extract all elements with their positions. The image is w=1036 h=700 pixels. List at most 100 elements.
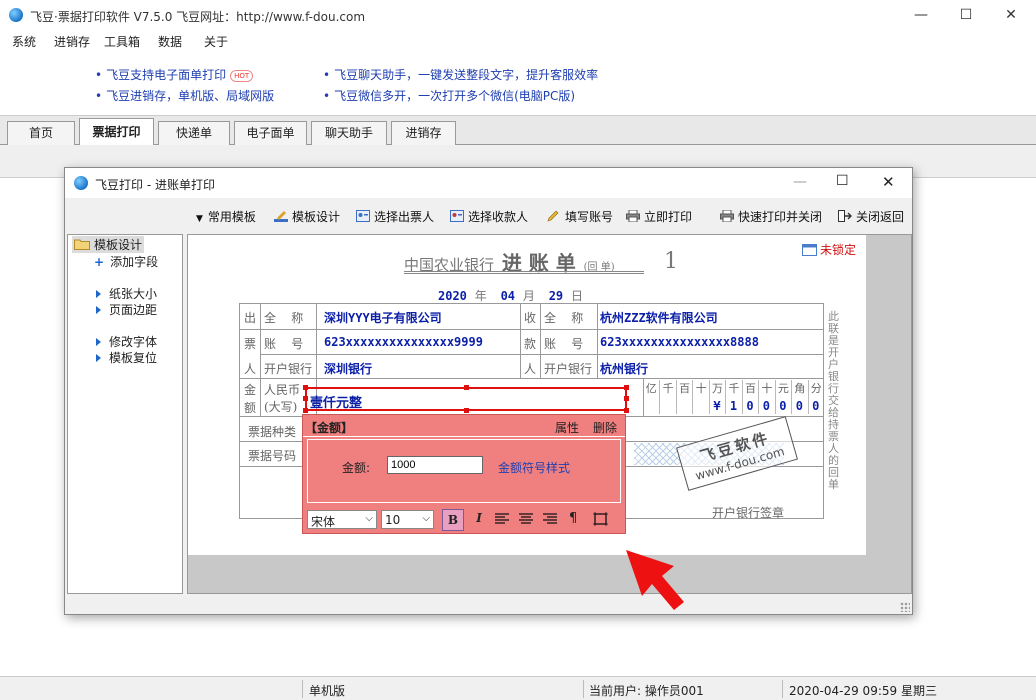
- tab-inventory[interactable]: 进销存: [391, 121, 456, 145]
- tab-express[interactable]: 快递单: [158, 121, 230, 145]
- promo-link-2[interactable]: • 飞豆聊天助手，一键发送整段文字，提升客服效率: [323, 66, 598, 83]
- fill-account-button[interactable]: 填写账号: [547, 208, 613, 225]
- paragraph-icon[interactable]: ¶: [569, 511, 577, 526]
- amount-input[interactable]: [387, 456, 483, 474]
- tree-item-page-margin[interactable]: 页面边距: [96, 301, 157, 318]
- grid-line: [260, 354, 824, 355]
- bold-button[interactable]: B: [442, 509, 464, 531]
- promo-link-3[interactable]: • 飞豆进销存，单机版、局域网版: [95, 87, 274, 104]
- promo-link-1[interactable]: • 飞豆支持电子面单打印 HOT: [95, 66, 254, 83]
- template-design-tree: 模板设计 + 添加字段 纸张大小 页面边距 修改字体 模板复位: [67, 234, 183, 594]
- plus-icon: +: [94, 255, 105, 269]
- tree-item-change-font[interactable]: 修改字体: [96, 333, 157, 350]
- tab-chat-assistant[interactable]: 聊天助手: [311, 121, 387, 145]
- bullet-icon: •: [323, 68, 331, 82]
- resize-handle[interactable]: [624, 408, 629, 413]
- menu-toolbox[interactable]: 工具箱: [104, 33, 140, 50]
- bank-label: 开户银行: [544, 362, 593, 376]
- side-note-char: 单: [828, 478, 839, 491]
- align-right-icon[interactable]: [543, 513, 557, 525]
- dialog-minimize-button[interactable]: —: [793, 174, 807, 190]
- align-center-icon[interactable]: [519, 513, 533, 525]
- property-panel-header: 【金额】 属性 删除: [303, 415, 625, 437]
- property-attr-button[interactable]: 属性: [555, 419, 579, 436]
- font-size-value: 10: [385, 513, 401, 527]
- resize-handle[interactable]: [303, 408, 308, 413]
- quick-print-close-button[interactable]: 快速打印并关闭: [720, 208, 822, 225]
- tab-receipt-print[interactable]: 票据打印: [79, 118, 154, 146]
- print-now-button[interactable]: 立即打印: [626, 208, 692, 225]
- resize-grip[interactable]: [900, 602, 910, 612]
- dialog-close-button[interactable]: ✕: [882, 173, 895, 191]
- payee-bank-field[interactable]: 杭州银行: [600, 360, 648, 377]
- status-user: 当前用户: 操作员001: [589, 684, 704, 698]
- promo-link-4[interactable]: • 飞豆微信多开，一次打开多个微信(电脑PC版): [323, 87, 575, 104]
- design-pencil-icon: [274, 211, 288, 222]
- tree-root-template-design[interactable]: 模板设计: [72, 236, 145, 253]
- status-separator: [782, 680, 783, 698]
- menu-inventory[interactable]: 进销存: [54, 33, 90, 50]
- status-edition: 单机版: [309, 684, 346, 698]
- tree-item-reset-template[interactable]: 模板复位: [96, 349, 157, 366]
- dialog-title: 飞豆打印 - 进账单打印: [95, 178, 215, 192]
- italic-button[interactable]: I: [470, 511, 488, 529]
- app-title: 飞豆·票据打印软件 V7.5.0 飞豆网址：http://www.f-dou.c…: [30, 10, 366, 24]
- payer-account-field[interactable]: 623xxxxxxxxxxxxxxx9999: [324, 335, 483, 349]
- status-datetime: 2020-04-29 09:59 星期三: [789, 684, 937, 698]
- bill-number-label: 票据号码: [248, 449, 297, 463]
- calendar-icon: [802, 244, 817, 256]
- resize-handle[interactable]: [464, 408, 469, 413]
- maximize-button[interactable]: ☐: [943, 0, 989, 30]
- lock-status[interactable]: 未锁定: [802, 241, 856, 258]
- rmb-uppercase-label: (大写): [264, 400, 298, 414]
- payee-account-field[interactable]: 623xxxxxxxxxxxxxxx8888: [600, 335, 759, 349]
- template-design-button[interactable]: 模板设计: [274, 208, 340, 225]
- font-size-select[interactable]: 10 ⌵: [381, 510, 434, 529]
- full-name-label: 全 称: [264, 311, 304, 325]
- property-delete-button[interactable]: 删除: [593, 419, 617, 436]
- tree-item-paper-size[interactable]: 纸张大小: [96, 285, 157, 302]
- dialog-maximize-button[interactable]: ☐: [836, 173, 849, 189]
- tree-item-add-field[interactable]: + 添加字段: [94, 253, 158, 270]
- select-payer-button[interactable]: 选择出票人: [356, 208, 434, 225]
- font-family-select[interactable]: 宋体 ⌵: [307, 510, 377, 529]
- resize-handle[interactable]: [464, 385, 469, 390]
- bank-stamp-label: 开户银行签章: [712, 506, 785, 520]
- minimize-button[interactable]: —: [898, 0, 944, 30]
- menu-about[interactable]: 关于: [204, 33, 228, 50]
- full-name-label: 全 称: [544, 311, 584, 325]
- resize-handle[interactable]: [624, 385, 629, 390]
- account-label: 账 号: [264, 337, 304, 351]
- payee-name-field[interactable]: 杭州ZZZ软件有限公司: [600, 309, 718, 326]
- resize-handle[interactable]: [624, 396, 629, 401]
- payer-name-field[interactable]: 深圳YYY电子有限公司: [324, 309, 442, 326]
- currency-symbol-style-link[interactable]: 金额符号样式: [498, 459, 570, 476]
- grid-line: [239, 329, 824, 330]
- dialog-titlebar: 飞豆打印 - 进账单打印 — ☐ ✕: [65, 168, 912, 198]
- grid-line: [260, 303, 261, 416]
- bullet-icon: •: [95, 89, 103, 103]
- digit-value-row: ¥1 0 0 0 0 0: [643, 397, 824, 415]
- select-payee-button[interactable]: 选择收款人: [450, 208, 528, 225]
- resize-handle[interactable]: [303, 385, 308, 390]
- tab-e-waybill[interactable]: 电子面单: [234, 121, 307, 145]
- menu-data[interactable]: 数据: [158, 33, 182, 50]
- payer-bank-field[interactable]: 深圳银行: [324, 360, 372, 377]
- chevron-down-icon: ⌵: [422, 513, 430, 524]
- resize-handle[interactable]: [303, 396, 308, 401]
- main-tabstrip: 首页 票据打印 快递单 电子面单 聊天助手 进销存: [0, 115, 1036, 146]
- payee-side-label: 人: [524, 362, 537, 376]
- frame-border-icon[interactable]: [593, 512, 608, 526]
- amount-words-field[interactable]: 壹仟元整: [310, 392, 362, 411]
- rmb-label: 人民币: [264, 383, 301, 397]
- align-left-icon[interactable]: [495, 513, 509, 525]
- payer-side-label: 出: [244, 311, 257, 325]
- tab-home[interactable]: 首页: [7, 121, 75, 145]
- template-dropdown-button[interactable]: ▼ 常用模板: [196, 208, 256, 225]
- menu-bar: 系统 进销存 工具箱 数据 关于: [0, 30, 1036, 52]
- status-separator: [583, 680, 584, 698]
- close-button[interactable]: ✕: [988, 0, 1034, 30]
- close-return-button[interactable]: 关闭返回: [838, 208, 904, 225]
- printer-icon: [626, 210, 640, 222]
- menu-system[interactable]: 系统: [12, 33, 36, 50]
